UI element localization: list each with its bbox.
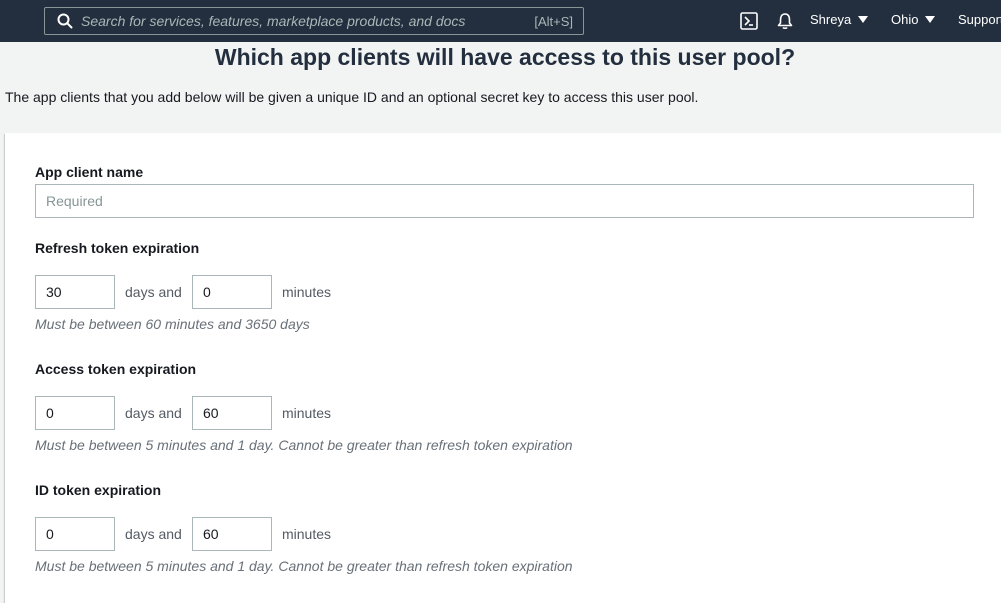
support-menu[interactable]: Support bbox=[958, 12, 1001, 27]
caret-down-icon bbox=[925, 16, 936, 23]
refresh-token-hint: Must be between 60 minutes and 3650 days bbox=[35, 316, 310, 332]
access-token-expiration-label: Access token expiration bbox=[35, 361, 197, 377]
refresh-token-expiration-label: Refresh token expiration bbox=[35, 240, 200, 256]
refresh-token-minutes-input[interactable] bbox=[192, 275, 272, 309]
id-token-days-input[interactable] bbox=[35, 517, 115, 551]
id-token-minutes-input[interactable] bbox=[192, 517, 272, 551]
search-icon bbox=[55, 11, 75, 31]
search-shortcut-hint: [Alt+S] bbox=[534, 13, 573, 29]
access-minutes-text: minutes bbox=[282, 405, 332, 421]
account-name: Shreya bbox=[810, 12, 852, 27]
support-label: Support bbox=[958, 12, 1001, 27]
access-token-hint: Must be between 5 minutes and 1 day. Can… bbox=[35, 437, 573, 453]
access-token-minutes-input[interactable] bbox=[192, 396, 272, 430]
region-menu[interactable]: Ohio bbox=[891, 12, 936, 27]
refresh-days-and-text: days and bbox=[125, 284, 182, 300]
refresh-token-days-input[interactable] bbox=[35, 275, 115, 309]
id-token-expiration-label: ID token expiration bbox=[35, 482, 162, 498]
page-description: The app clients that you add below will … bbox=[5, 89, 699, 105]
refresh-minutes-text: minutes bbox=[282, 284, 332, 300]
page-title: Which app clients will have access to th… bbox=[214, 44, 796, 70]
search-placeholder: Search for services, features, marketpla… bbox=[81, 13, 466, 29]
app-client-name-input[interactable] bbox=[35, 184, 974, 218]
id-minutes-text: minutes bbox=[282, 526, 332, 542]
bell-icon[interactable] bbox=[775, 11, 795, 31]
id-days-and-text: days and bbox=[125, 526, 182, 542]
account-menu[interactable]: Shreya bbox=[810, 12, 869, 27]
id-token-hint: Must be between 5 minutes and 1 day. Can… bbox=[35, 558, 573, 574]
search-bar[interactable]: Search for services, features, marketpla… bbox=[44, 7, 584, 35]
access-token-days-input[interactable] bbox=[35, 396, 115, 430]
app-client-name-label: App client name bbox=[35, 164, 144, 180]
access-days-and-text: days and bbox=[125, 405, 182, 421]
region-name: Ohio bbox=[891, 12, 919, 27]
cloudshell-icon[interactable] bbox=[739, 11, 759, 31]
top-navigation-bar: Search for services, features, marketpla… bbox=[0, 0, 1001, 42]
caret-down-icon bbox=[858, 16, 869, 23]
